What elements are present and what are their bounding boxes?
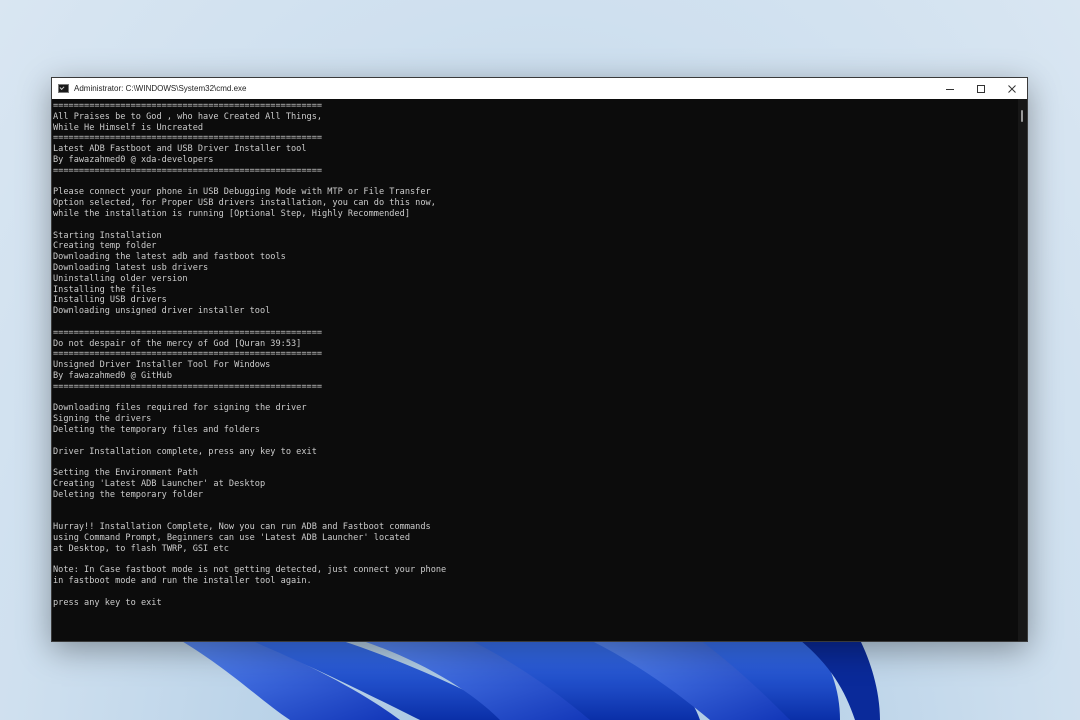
console-line: Deleting the temporary files and folders: [53, 424, 260, 435]
window-title: Administrator: C:\WINDOWS\System32\cmd.e…: [74, 84, 247, 93]
console-line: Please connect your phone in USB Debuggi…: [53, 187, 431, 198]
cmd-icon[interactable]: [58, 84, 69, 93]
console-line: Do not despair of the mercy of God [Qura…: [53, 338, 302, 349]
console-line: Downloading files required for signing t…: [53, 403, 307, 414]
maximize-icon: [976, 84, 985, 93]
console-line: ========================================…: [53, 381, 323, 392]
minimize-icon: [945, 88, 954, 90]
title-bar[interactable]: Administrator: C:\WINDOWS\System32\cmd.e…: [52, 78, 1027, 99]
console-line: Hurray!! Installation Complete, Now you …: [53, 522, 431, 533]
console-line: Driver Installation complete, press any …: [53, 446, 317, 457]
console-line: Downloading unsigned driver installer to…: [53, 306, 271, 317]
console-line: in fastboot mode and run the installer t…: [53, 576, 312, 587]
scrollbar-thumb[interactable]: [1021, 110, 1023, 122]
console-line: ========================================…: [53, 349, 323, 360]
console-line: Installing the files: [53, 284, 157, 295]
console-line: at Desktop, to flash TWRP, GSI etc: [53, 543, 229, 554]
console-line: Installing USB drivers: [53, 295, 167, 306]
console-line: Uninstalling older version: [53, 273, 188, 284]
console-line: Signing the drivers: [53, 414, 152, 425]
maximize-button[interactable]: [965, 78, 996, 99]
console-output[interactable]: ========================================…: [53, 99, 1018, 641]
close-icon: [1007, 84, 1016, 93]
console-line: press any key to exit: [53, 597, 162, 608]
console-line: while the installation is running [Optio…: [53, 208, 410, 219]
console-line: using Command Prompt, Beginners can use …: [53, 532, 410, 543]
console-line: Option selected, for Proper USB drivers …: [53, 198, 436, 209]
console-line: Unsigned Driver Installer Tool For Windo…: [53, 360, 271, 371]
console-line: ========================================…: [53, 165, 323, 176]
console-line: Setting the Environment Path: [53, 468, 198, 479]
minimize-button[interactable]: [934, 78, 965, 99]
console-line: While He Himself is Uncreated: [53, 122, 204, 133]
console-line: All Praises be to God , who have Created…: [53, 111, 323, 122]
close-button[interactable]: [996, 78, 1027, 99]
console-line: Latest ADB Fastboot and USB Driver Insta…: [53, 144, 307, 155]
console-line: Note: In Case fastboot mode is not getti…: [53, 565, 447, 576]
cmd-window: Administrator: C:\WINDOWS\System32\cmd.e…: [51, 77, 1028, 642]
console-line: Creating temp folder: [53, 241, 157, 252]
console-line: Downloading latest usb drivers: [53, 262, 209, 273]
console-line: ========================================…: [53, 133, 323, 144]
console-line: Downloading the latest adb and fastboot …: [53, 252, 286, 263]
console-line: Deleting the temporary folder: [53, 489, 204, 500]
window-controls: [934, 78, 1027, 99]
console-line: By fawazahmed0 @ GitHub: [53, 370, 172, 381]
console-line: ========================================…: [53, 327, 323, 338]
console-line: Starting Installation: [53, 230, 162, 241]
console-line: Creating 'Latest ADB Launcher' at Deskto…: [53, 478, 266, 489]
console-line: By fawazahmed0 @ xda-developers: [53, 154, 214, 165]
vertical-scrollbar[interactable]: [1018, 99, 1027, 641]
console-line: ========================================…: [53, 101, 323, 111]
